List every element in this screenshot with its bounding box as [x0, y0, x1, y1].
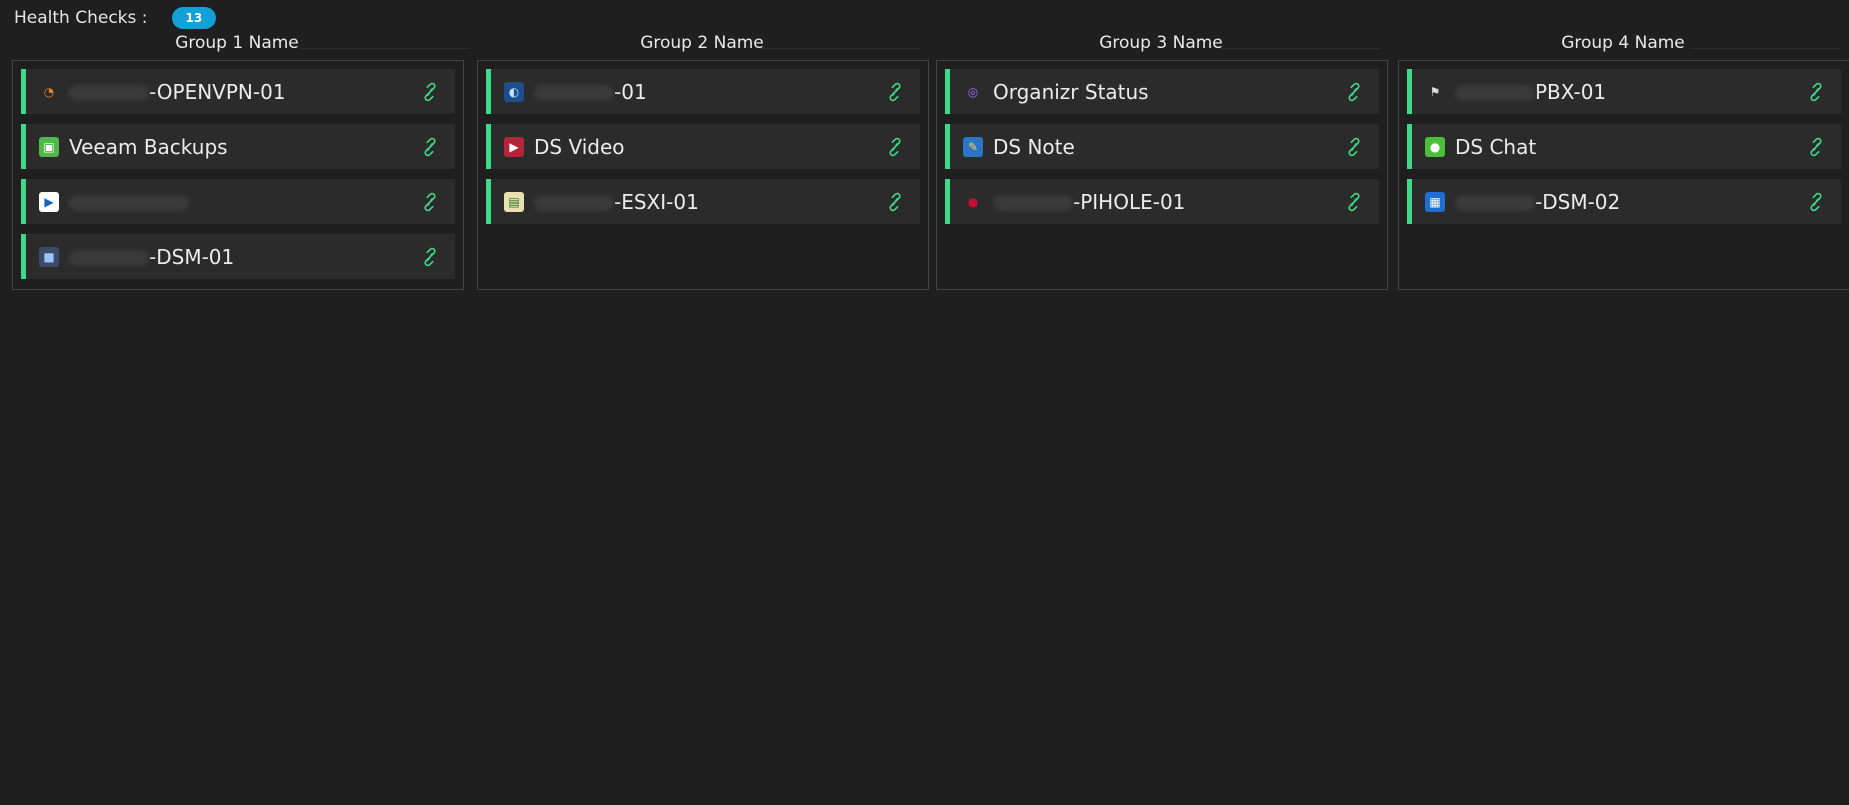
- globe-icon: ◐: [504, 81, 524, 102]
- health-check-label: -OPENVPN-01: [69, 80, 286, 104]
- redacted-text: [1455, 85, 1535, 101]
- health-check-card[interactable]: ◔ -OPENVPN-01: [21, 69, 455, 114]
- redacted-text: [993, 195, 1073, 211]
- health-check-label-text: -DSM-01: [149, 244, 235, 269]
- health-check-label: -PIHOLE-01: [993, 190, 1185, 214]
- ds-note-icon: ✎: [963, 136, 983, 157]
- health-checks-count-badge: 13: [171, 7, 217, 29]
- nas-icon: ■: [39, 246, 59, 267]
- veeam-icon: ▣: [39, 136, 59, 157]
- link-icon[interactable]: [1345, 137, 1363, 157]
- health-check-label-text: DS Video: [534, 134, 625, 159]
- health-check-label-text: -01: [614, 79, 647, 104]
- health-check-label: -ESXI-01: [534, 190, 699, 214]
- redacted-text: [1455, 195, 1535, 211]
- link-icon[interactable]: [421, 247, 439, 267]
- health-check-label: [69, 190, 189, 214]
- group-titles: Group 1 Name Group 2 Name Group 3 Name G…: [0, 33, 1849, 57]
- health-check-card[interactable]: ✎ DS Note: [945, 124, 1379, 169]
- health-check-card[interactable]: ◐ -01: [486, 69, 920, 114]
- link-icon[interactable]: [1345, 82, 1363, 102]
- health-check-label-text: Organizr Status: [993, 79, 1149, 104]
- health-check-label-text: Veeam Backups: [69, 134, 228, 159]
- health-check-label: DS Chat: [1455, 135, 1536, 159]
- link-icon[interactable]: [421, 82, 439, 102]
- link-icon[interactable]: [421, 137, 439, 157]
- dsm-icon: ▦: [1425, 191, 1445, 212]
- redacted-text: [534, 195, 614, 211]
- health-check-card[interactable]: ▤ -ESXI-01: [486, 179, 920, 224]
- health-check-label: DS Note: [993, 135, 1075, 159]
- health-check-label: PBX-01: [1455, 80, 1606, 104]
- redacted-text: [534, 85, 614, 101]
- health-check-card[interactable]: ● -PIHOLE-01: [945, 179, 1379, 224]
- redacted-text: [69, 195, 189, 211]
- app-icon: ▶: [39, 191, 59, 212]
- link-icon[interactable]: [1807, 192, 1825, 212]
- health-check-label-text: -ESXI-01: [614, 189, 699, 214]
- health-check-label: -DSM-01: [69, 245, 234, 269]
- group-1-title: Group 1 Name: [175, 33, 299, 53]
- health-check-label: DS Video: [534, 135, 625, 159]
- group-4-title: Group 4 Name: [1561, 33, 1685, 53]
- health-check-label-text: PBX-01: [1535, 79, 1607, 104]
- openvpn-icon: ◔: [43, 84, 55, 99]
- redacted-text: [69, 85, 149, 101]
- health-check-label-text: -DSM-02: [1535, 189, 1621, 214]
- link-icon[interactable]: [1807, 137, 1825, 157]
- group-1-panel: ◔ -OPENVPN-01 ▣ Veeam Backups ▶ ■ -DSM-01: [12, 60, 464, 290]
- group-4-panel: ⚑ PBX-01 ● DS Chat ▦ -DSM-02: [1398, 60, 1849, 290]
- title-divider: [300, 48, 470, 49]
- health-check-label: Veeam Backups: [69, 135, 228, 159]
- link-icon[interactable]: [886, 82, 904, 102]
- health-check-label: -01: [534, 80, 647, 104]
- link-icon[interactable]: [421, 192, 439, 212]
- health-check-card[interactable]: ▦ -DSM-02: [1407, 179, 1841, 224]
- health-check-card[interactable]: ▶: [21, 179, 455, 224]
- health-check-label-text: -OPENVPN-01: [149, 79, 286, 104]
- title-divider: [1220, 48, 1380, 49]
- ds-video-icon: ▶: [504, 136, 524, 157]
- health-check-label: -DSM-02: [1455, 190, 1620, 214]
- group-2-title: Group 2 Name: [640, 33, 764, 53]
- group-2-panel: ◐ -01 ▶ DS Video ▤ -ESXI-01: [477, 60, 929, 290]
- group-3-panel: ◎ Organizr Status ✎ DS Note ● -PIHOLE-01: [936, 60, 1388, 290]
- health-check-card[interactable]: ▶ DS Video: [486, 124, 920, 169]
- title-divider: [1690, 48, 1840, 49]
- health-check-label: Organizr Status: [993, 80, 1149, 104]
- health-check-label-text: -PIHOLE-01: [1073, 189, 1186, 214]
- health-checks-header: Health Checks : 13: [14, 6, 217, 30]
- health-check-label-text: DS Note: [993, 134, 1075, 159]
- health-check-card[interactable]: ⚑ PBX-01: [1407, 69, 1841, 114]
- health-check-card[interactable]: ● DS Chat: [1407, 124, 1841, 169]
- pbx-icon: ⚑: [1429, 84, 1441, 99]
- link-icon[interactable]: [886, 137, 904, 157]
- health-check-card[interactable]: ◎ Organizr Status: [945, 69, 1379, 114]
- ds-chat-icon: ●: [1425, 136, 1445, 157]
- redacted-text: [69, 250, 149, 266]
- organizr-icon: ◎: [967, 84, 979, 99]
- link-icon[interactable]: [1345, 192, 1363, 212]
- link-icon[interactable]: [886, 192, 904, 212]
- health-check-card[interactable]: ■ -DSM-01: [21, 234, 455, 279]
- title-divider: [760, 48, 920, 49]
- link-icon[interactable]: [1807, 82, 1825, 102]
- pihole-icon: ●: [967, 194, 979, 209]
- health-check-label-text: DS Chat: [1455, 134, 1537, 159]
- health-checks-label: Health Checks :: [14, 8, 148, 28]
- esxi-icon: ▤: [504, 191, 524, 212]
- group-3-title: Group 3 Name: [1099, 33, 1223, 53]
- health-check-card[interactable]: ▣ Veeam Backups: [21, 124, 455, 169]
